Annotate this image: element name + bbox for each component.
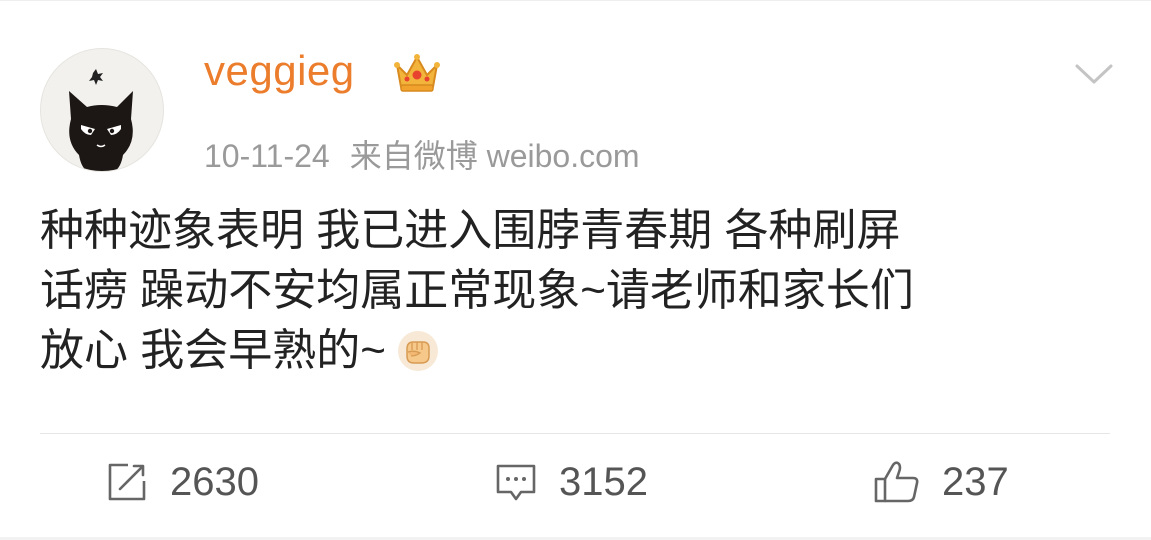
thumbs-up-icon [874,461,919,503]
comment-icon [496,464,536,501]
fist-emoji-icon [397,331,438,371]
like-count: 237 [942,459,1009,504]
divider [40,433,1110,434]
comment-count: 3152 [559,459,648,504]
post-content-line: 话痨 躁动不安均属正常现象~请老师和家长们 [40,266,914,315]
username[interactable]: veggieg [204,47,355,95]
post-meta: 10-11-24 来自微博 weibo.com [204,131,640,177]
post-content: 种种迹象表明 我已进入围脖青春期 各种刷屏 话痨 躁动不安均属正常现象~请老师和… [40,201,1115,381]
weibo-post-card: veggieg 10-11-24 来自微博 weibo.com 种种迹象表明 我已… [0,0,1151,540]
repost-icon [108,463,146,501]
repost-count: 2630 [170,459,259,504]
avatar[interactable] [40,48,164,172]
post-content-line: 种种迹象表明 我已进入围脖青春期 各种刷屏 [40,206,901,255]
black-cat-avatar-icon [69,69,133,171]
post-date: 10-11-24 [204,138,330,174]
comment-button[interactable]: 3152 [493,453,648,511]
chevron-down-icon[interactable] [1074,61,1114,87]
post-content-text: 放心 我会早熟的~ [40,326,386,375]
post-source[interactable]: 来自微博 weibo.com [350,138,640,174]
crown-icon [394,54,440,92]
repost-button[interactable]: 2630 [104,453,259,511]
post-content-line-last: 放心 我会早熟的~ [40,321,1115,381]
like-button[interactable]: 237 [872,453,1009,511]
